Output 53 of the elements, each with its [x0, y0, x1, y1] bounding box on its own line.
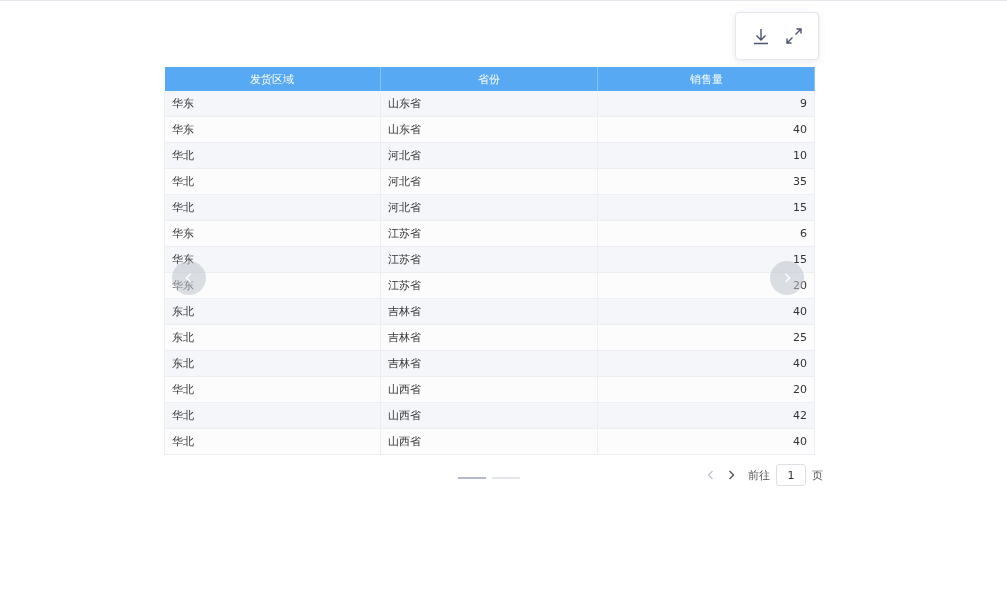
table-cell: 9: [597, 91, 815, 117]
table-cell: 华东: [164, 91, 381, 117]
table-cell: 6: [597, 220, 815, 247]
table-cell: 江苏省: [380, 220, 598, 247]
goto-label: 前往: [748, 467, 770, 483]
column-header: 省份: [380, 67, 598, 91]
table-cell: 华北: [164, 142, 381, 169]
table-cell: 华北: [164, 428, 381, 455]
table-cell: 东北: [164, 298, 381, 325]
column-header: 销售量: [597, 67, 815, 91]
table-cell: 40: [597, 428, 815, 455]
chevron-icon: [706, 469, 716, 481]
table-cell: 吉林省: [380, 298, 598, 325]
table-cell: 河北省: [380, 142, 598, 169]
table-cell: 40: [597, 350, 815, 377]
table-cell: 10: [597, 142, 815, 169]
chevron-icon: [726, 469, 736, 481]
table-cell: 华北: [164, 376, 381, 403]
table-cell: 山西省: [380, 402, 598, 429]
table-cell: 吉林省: [380, 350, 598, 377]
table-cell: 山西省: [380, 428, 598, 455]
table-cell: 20: [597, 376, 815, 403]
table-cell: 江苏省: [380, 272, 598, 299]
chevron-icon: [782, 272, 792, 284]
table-cell: 东北: [164, 350, 381, 377]
table-cell: 35: [597, 168, 815, 195]
fullscreen-icon[interactable]: [786, 28, 802, 44]
table-cell: 华东: [164, 246, 381, 273]
table-cell: 东北: [164, 324, 381, 351]
page-suffix: 页: [812, 467, 823, 483]
page-input[interactable]: 1: [776, 464, 806, 486]
table-cell: 15: [597, 194, 815, 221]
table-cell: 40: [597, 298, 815, 325]
table-cell: 河北省: [380, 168, 598, 195]
table-cell: 20: [597, 272, 815, 299]
table-cell: 华东: [164, 116, 381, 143]
table-cell: 华东: [164, 220, 381, 247]
table-cell: 华北: [164, 194, 381, 221]
table-cell: 吉林省: [380, 324, 598, 351]
column-header: 发货区域: [164, 67, 381, 91]
table-cell: 河北省: [380, 194, 598, 221]
table-cell: 山东省: [380, 91, 598, 117]
table-cell: 42: [597, 402, 815, 429]
table-cell: 山西省: [380, 376, 598, 403]
table-cell: 25: [597, 324, 815, 351]
table-cell: 40: [597, 116, 815, 143]
download-icon[interactable]: [752, 27, 770, 45]
table-cell: 华东: [164, 272, 381, 299]
table-cell: 山东省: [380, 116, 598, 143]
table-cell: 江苏省: [380, 246, 598, 273]
table-cell: 华北: [164, 402, 381, 429]
table-cell: 15: [597, 246, 815, 273]
table-cell: 华北: [164, 168, 381, 195]
